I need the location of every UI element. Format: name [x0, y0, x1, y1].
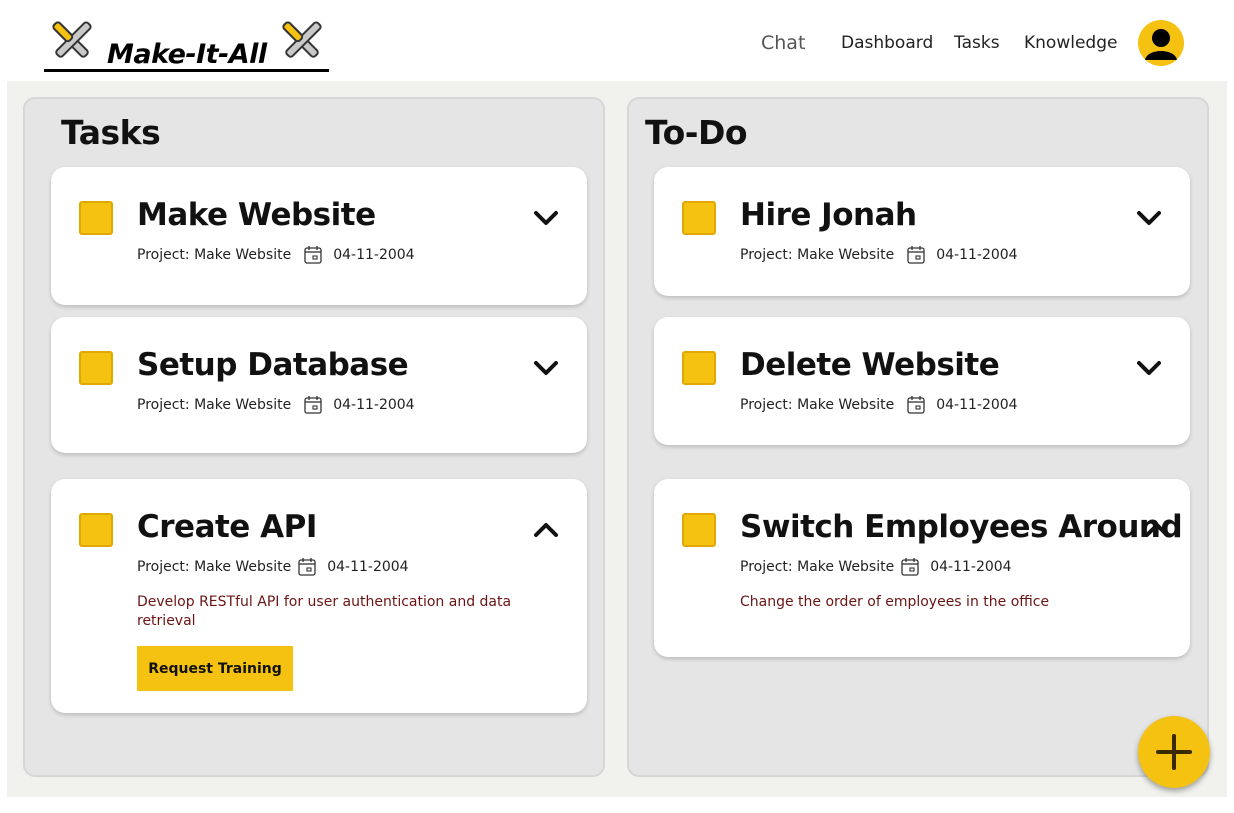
todo-meta: Project: Make Website 04-11-2004	[740, 395, 1018, 415]
task-meta: Project: Make Website 04-11-2004	[137, 557, 409, 577]
todo-card[interactable]: Hire Jonah Project: Make Website 04-11-2…	[654, 167, 1190, 296]
checkbox-icon[interactable]	[682, 201, 716, 235]
todo-title: Switch Employees Around	[740, 509, 1183, 545]
column-title-todo: To-Do	[645, 113, 748, 152]
task-meta: Project: Make Website 04-11-2004	[137, 245, 415, 265]
user-avatar-icon[interactable]	[1138, 20, 1184, 66]
tasks-column: Tasks Make Website Project: Make Website…	[23, 97, 605, 777]
task-meta: Project: Make Website 04-11-2004	[137, 395, 415, 415]
top-header: Make-It-All Chat Dashboard Tasks Knowled…	[7, 5, 1227, 81]
project-label: Project: Make Website	[740, 397, 895, 413]
calendar-icon	[901, 558, 919, 576]
column-title-tasks: Tasks	[61, 113, 161, 152]
calendar-icon	[304, 396, 322, 414]
todo-title: Delete Website	[740, 347, 1000, 383]
project-label: Project: Make Website	[137, 559, 292, 575]
checkbox-icon[interactable]	[79, 351, 113, 385]
chevron-down-icon[interactable]	[1136, 207, 1162, 229]
todo-card-expanded[interactable]: Switch Employees Around Project: Make We…	[654, 479, 1190, 657]
avatar-silhouette	[1145, 29, 1177, 60]
todo-title: Hire Jonah	[740, 197, 917, 233]
task-description: Develop RESTful API for user authenticat…	[137, 594, 512, 629]
wrench-cross-icon	[282, 21, 322, 58]
task-card-expanded[interactable]: Create API Project: Make Website 04-11-2…	[51, 479, 587, 713]
project-label: Project: Make Website	[740, 559, 895, 575]
calendar-icon	[304, 246, 322, 264]
due-date: 04-11-2004	[936, 397, 1018, 413]
nav-dashboard[interactable]: Dashboard	[841, 33, 933, 53]
chevron-down-icon[interactable]	[1136, 357, 1162, 379]
project-label: Project: Make Website	[137, 247, 292, 263]
todo-card[interactable]: Delete Website Project: Make Website 04-…	[654, 317, 1190, 445]
logo[interactable]: Make-It-All	[44, 13, 334, 75]
task-title: Create API	[137, 509, 317, 545]
due-date: 04-11-2004	[936, 247, 1018, 263]
checkbox-icon[interactable]	[682, 351, 716, 385]
project-label: Project: Make Website	[740, 247, 895, 263]
due-date: 04-11-2004	[333, 247, 415, 263]
nav-knowledge[interactable]: Knowledge	[1024, 33, 1117, 53]
logo-underline	[44, 69, 329, 72]
calendar-icon	[298, 558, 316, 576]
add-task-button[interactable]	[1138, 716, 1210, 788]
nav-chat[interactable]: Chat	[761, 32, 805, 54]
todo-meta: Project: Make Website 04-11-2004	[740, 245, 1018, 265]
chevron-up-icon[interactable]	[533, 519, 559, 541]
calendar-icon	[907, 246, 925, 264]
logo-text: Make-It-All	[107, 39, 267, 70]
todo-meta: Project: Make Website 04-11-2004	[740, 557, 1012, 577]
task-card[interactable]: Make Website Project: Make Website 04-11…	[51, 167, 587, 305]
todo-column: To-Do Hire Jonah Project: Make Website 0…	[627, 97, 1209, 777]
task-title: Make Website	[137, 197, 376, 233]
task-card[interactable]: Setup Database Project: Make Website 04-…	[51, 317, 587, 453]
todo-description: Change the order of employees in the off…	[740, 594, 1050, 610]
checkbox-icon[interactable]	[79, 513, 113, 547]
chevron-down-icon[interactable]	[533, 207, 559, 229]
project-label: Project: Make Website	[137, 397, 292, 413]
due-date: 04-11-2004	[333, 397, 415, 413]
due-date: 04-11-2004	[327, 559, 409, 575]
chevron-up-icon[interactable]	[1144, 519, 1170, 541]
nav-tasks[interactable]: Tasks	[954, 33, 1000, 53]
due-date: 04-11-2004	[930, 559, 1012, 575]
checkbox-icon[interactable]	[79, 201, 113, 235]
wrench-cross-icon	[52, 21, 92, 58]
calendar-icon	[907, 396, 925, 414]
request-training-button[interactable]: Request Training	[137, 646, 293, 691]
plus-icon	[1156, 734, 1192, 770]
chevron-down-icon[interactable]	[533, 357, 559, 379]
task-title: Setup Database	[137, 347, 409, 383]
checkbox-icon[interactable]	[682, 513, 716, 547]
